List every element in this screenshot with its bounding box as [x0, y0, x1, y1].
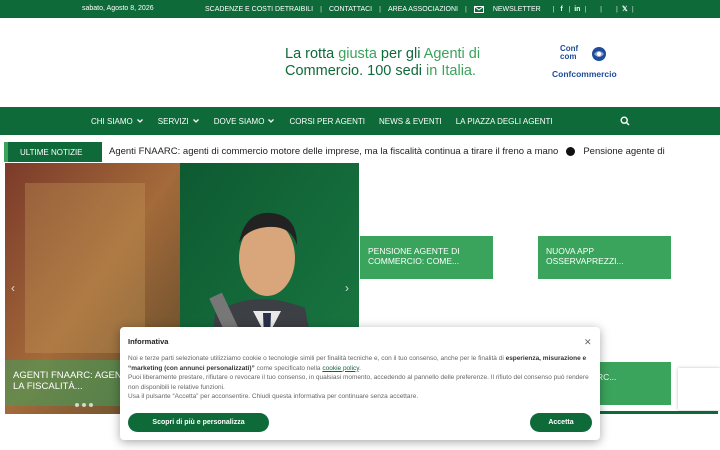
chevron-down-icon [136, 119, 143, 123]
tagline-text: per gli [376, 46, 424, 62]
logo-mark-line: com [560, 52, 577, 61]
cookie-policy-link[interactable]: cookie policy [322, 365, 359, 372]
nav-label: NEWS & EVENTI [379, 116, 442, 126]
separator: | [568, 5, 571, 13]
nav-label: LA PIAZZA DEGLI AGENTI [455, 116, 553, 126]
linkedin-icon[interactable]: in [572, 4, 582, 14]
crest-icon [592, 47, 606, 61]
newsletter-link[interactable]: NEWSLETTER [469, 5, 551, 13]
tagline-highlight: Agenti di [423, 46, 481, 62]
top-links: SCADENZE E COSTI DETRAIBILI | CONTATTACI… [200, 4, 646, 14]
news-card-osservaprezzi[interactable]: NUOVA APP OSSERVAPREZZI... [538, 236, 671, 279]
confcommercio-logo[interactable]: Conf com Confcommercio [548, 45, 620, 83]
facebook-icon[interactable]: f [557, 4, 567, 14]
cookie-title: Informativa [128, 337, 169, 346]
separator: | [465, 5, 467, 13]
cookie-consent-dialog: Informativa ✕ Noi e terze parti selezion… [120, 327, 600, 440]
next-arrow-icon[interactable]: › [345, 281, 349, 295]
separator: | [631, 5, 634, 13]
chevron-down-icon [268, 119, 275, 123]
header: La rotta giusta per gli Agenti di Commer… [0, 18, 720, 107]
separator: | [600, 5, 602, 13]
separator: | [552, 5, 555, 13]
nav-item-news-eventi[interactable]: NEWS & EVENTI [372, 117, 449, 126]
close-icon[interactable]: ✕ [584, 337, 592, 348]
x-icon[interactable]: 𝕏 [620, 4, 630, 14]
slider-dot[interactable] [75, 403, 79, 407]
current-date: sabato, Agosto 8, 2026 [82, 5, 154, 12]
recaptcha-badge[interactable] [678, 368, 720, 410]
cookie-text: come specificato nella [254, 364, 323, 372]
slider-dot[interactable] [89, 403, 93, 407]
youtube-icon[interactable] [604, 4, 614, 14]
nav-item-piazza[interactable]: LA PIAZZA DEGLI AGENTI [449, 117, 560, 126]
nav-label: CORSI PER AGENTI [289, 116, 366, 126]
nav-item-servizi[interactable]: SERVIZI [151, 117, 207, 126]
logo-name: Confcommercio [552, 69, 617, 79]
cookie-paragraph-2: Puoi liberamente prestare, rifiutare o r… [128, 374, 589, 391]
separator: | [615, 5, 618, 13]
link-area-associazioni[interactable]: AREA ASSOCIAZIONI [383, 6, 463, 13]
separator: | [320, 5, 322, 13]
tagline: La rotta giusta per gli Agenti di Commer… [285, 46, 480, 80]
news-ticker: ULTIME NOTIZIE Agenti FNAARC: agenti di … [4, 142, 720, 162]
main-nav: CHI SIAMO SERVIZI DOVE SIAMO CORSI PER A… [0, 107, 720, 135]
cookie-text: Noi e terze parti selezionate utilizziam… [128, 355, 506, 362]
separator: | [584, 5, 587, 13]
ticker-label: ULTIME NOTIZIE [4, 142, 102, 162]
tagline-text: . 100 sedi [359, 63, 427, 79]
cookie-paragraph-3: Usa il pulsante “Accetta” per acconsenti… [128, 393, 419, 400]
tagline-highlight: in Italia. [426, 63, 477, 79]
tagline-text: La rotta [285, 46, 339, 62]
nav-item-chi-siamo[interactable]: CHI SIAMO [84, 117, 151, 126]
nav-label: DOVE SIAMO [213, 116, 265, 126]
ticker-items: Agenti FNAARC: agenti di commercio motor… [109, 146, 665, 157]
nav-item-corsi[interactable]: CORSI PER AGENTI [282, 117, 372, 126]
separator: | [379, 5, 381, 13]
tagline-text: Commercio [285, 63, 360, 79]
link-scadenze[interactable]: SCADENZE E COSTI DETRAIBILI [200, 6, 318, 13]
chevron-down-icon [192, 119, 199, 123]
search-icon[interactable] [620, 116, 630, 126]
nav-item-dove-siamo[interactable]: DOVE SIAMO [207, 117, 283, 126]
top-bar: sabato, Agosto 8, 2026 SCADENZE E COSTI … [0, 0, 720, 18]
slider-dots [75, 403, 93, 407]
mail-icon [473, 5, 484, 13]
cookie-paragraph-1: Noi e terze parti selezionate utilizziam… [128, 354, 592, 373]
ticker-item[interactable]: Agenti FNAARC: agenti di commercio motor… [109, 146, 558, 157]
ticker-item[interactable]: Pensione agente di [583, 146, 664, 157]
logo-mark: Conf com [560, 45, 578, 61]
newsletter-label: NEWSLETTER [492, 5, 541, 13]
tagline-highlight: giusta [338, 46, 377, 62]
instagram-icon[interactable] [588, 4, 598, 14]
nav-label: SERVIZI [157, 116, 189, 126]
whatsapp-icon[interactable] [636, 4, 646, 14]
accept-button[interactable]: Accetta [530, 413, 592, 432]
learn-more-button[interactable]: Scopri di più e personalizza [128, 413, 269, 432]
prev-arrow-icon[interactable]: ‹ [11, 281, 15, 295]
slider-dot[interactable] [82, 403, 86, 407]
link-contattaci[interactable]: CONTATTACI [324, 6, 377, 13]
nav-label: CHI SIAMO [91, 116, 133, 126]
news-card-pensione[interactable]: PENSIONE AGENTE DI COMMERCIO: COME... [360, 236, 493, 279]
cookie-text: . [359, 364, 361, 372]
ticker-dot [566, 147, 576, 156]
